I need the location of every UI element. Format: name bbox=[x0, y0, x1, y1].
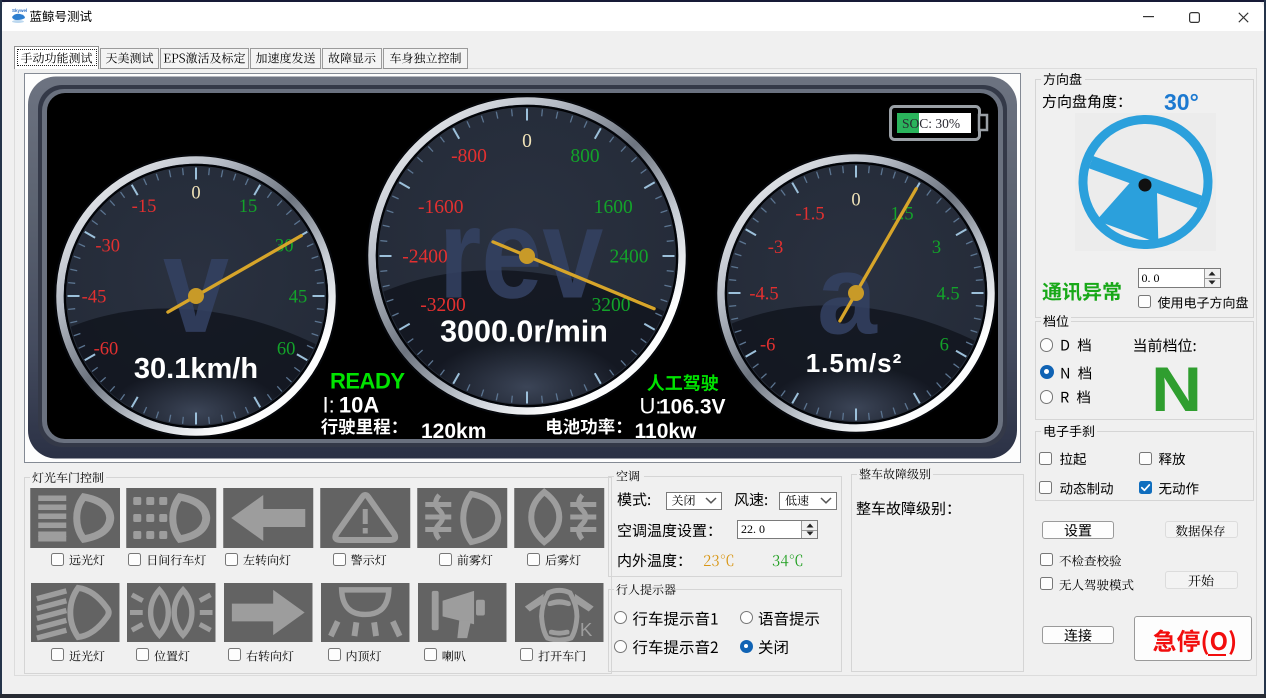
svg-text:2400: 2400 bbox=[610, 247, 649, 268]
svg-text:110kw: 110kw bbox=[635, 420, 698, 443]
svg-text:30.1km/h: 30.1km/h bbox=[134, 353, 258, 385]
svg-text:v: v bbox=[163, 208, 229, 362]
svg-text:15: 15 bbox=[239, 197, 258, 217]
svg-text:1.5m/s²: 1.5m/s² bbox=[806, 348, 903, 378]
svg-text:0: 0 bbox=[851, 190, 860, 210]
svg-text:Skywell: Skywell bbox=[12, 8, 27, 13]
svg-text:0: 0 bbox=[522, 131, 532, 152]
svg-text:-1.5: -1.5 bbox=[795, 205, 824, 225]
svg-text:-4.5: -4.5 bbox=[749, 284, 778, 304]
svg-text:45: 45 bbox=[289, 287, 308, 307]
svg-text:4.5: 4.5 bbox=[936, 284, 959, 304]
svg-text:1600: 1600 bbox=[594, 197, 633, 218]
svg-text:-2400: -2400 bbox=[402, 247, 448, 268]
svg-text:SOC: 30%: SOC: 30% bbox=[902, 116, 960, 131]
svg-text:800: 800 bbox=[570, 146, 599, 167]
svg-text:-15: -15 bbox=[132, 197, 157, 217]
svg-text:106.3V: 106.3V bbox=[659, 396, 726, 419]
svg-text:READY: READY bbox=[330, 369, 405, 394]
svg-text:-45: -45 bbox=[82, 287, 107, 307]
svg-text:-800: -800 bbox=[451, 146, 487, 167]
svg-text:-3200: -3200 bbox=[420, 295, 466, 316]
svg-text:3: 3 bbox=[932, 238, 941, 258]
svg-text:10A: 10A bbox=[339, 393, 379, 418]
svg-text:60: 60 bbox=[277, 339, 296, 359]
svg-text:K: K bbox=[580, 619, 593, 640]
svg-text:6: 6 bbox=[940, 335, 949, 355]
svg-text:a: a bbox=[817, 232, 877, 358]
svg-text:I:: I: bbox=[323, 393, 335, 418]
svg-text:120km: 120km bbox=[421, 420, 486, 443]
svg-text:0: 0 bbox=[191, 183, 200, 203]
svg-text:-30: -30 bbox=[95, 236, 120, 256]
svg-text:-3: -3 bbox=[768, 238, 783, 258]
svg-text:-60: -60 bbox=[94, 339, 119, 359]
svg-text:-1600: -1600 bbox=[418, 197, 464, 218]
svg-text:-6: -6 bbox=[760, 335, 775, 355]
svg-text:3000.0r/min: 3000.0r/min bbox=[440, 315, 608, 349]
